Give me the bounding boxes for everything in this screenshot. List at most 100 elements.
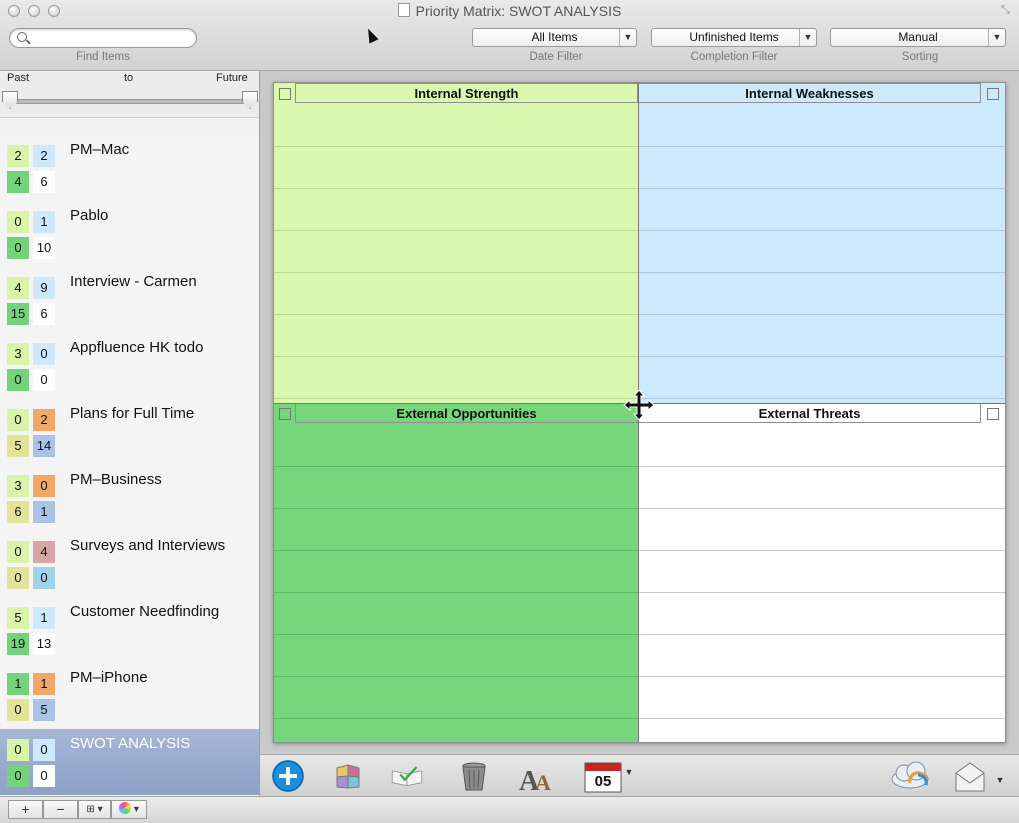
project-item[interactable]: 3 0 6 1 PM–Business: [0, 465, 259, 532]
quadrant-title-internal-weaknesses[interactable]: Internal Weaknesses: [638, 83, 981, 103]
quadrant-1-count: 3: [7, 475, 29, 497]
item-row-line[interactable]: [638, 676, 1005, 677]
timeline-track[interactable]: [8, 99, 249, 104]
item-row-line[interactable]: [274, 146, 638, 147]
quadrant-3-count: 6: [7, 501, 29, 523]
quadrant-3-count: 4: [7, 171, 29, 193]
svg-text:▼: ▼: [625, 767, 633, 777]
window-title: Priority Matrix: SWOT ANALYSIS: [415, 3, 622, 19]
email-icon[interactable]: ▼: [950, 759, 1010, 793]
item-row-line[interactable]: [274, 508, 638, 509]
project-name: PM–Mac: [70, 141, 130, 158]
item-row-line[interactable]: [274, 356, 638, 357]
quadrant-select-checkbox[interactable]: [987, 88, 999, 100]
quadrant-select-checkbox[interactable]: [279, 88, 291, 100]
quadrant-4-count: 5: [33, 699, 55, 721]
view-options-button[interactable]: ⊞ ▾: [78, 800, 111, 819]
item-row-line[interactable]: [638, 188, 1005, 189]
window-toolbar: Priority Matrix: SWOT ANALYSIS ⤡ Find It…: [0, 0, 1019, 71]
trash-icon[interactable]: [457, 759, 491, 793]
project-item[interactable]: 0 1 0 10 Pablo: [0, 201, 259, 268]
project-item[interactable]: 1 1 0 5 PM–iPhone: [0, 663, 259, 730]
item-row-line[interactable]: [274, 272, 638, 273]
project-item[interactable]: 4 9 15 6 Interview - Carmen: [0, 267, 259, 334]
quadrant-2-count: 9: [33, 277, 55, 299]
date-range-slider[interactable]: Past to Future: [0, 71, 259, 118]
quadrant-2-count: 2: [33, 409, 55, 431]
quadrant-color-icon[interactable]: [331, 759, 365, 793]
quadrant-4-count: 0: [33, 369, 55, 391]
project-item[interactable]: 3 0 0 0 Appfluence HK todo: [0, 333, 259, 400]
item-row-line[interactable]: [638, 398, 1005, 399]
svg-text:▼: ▼: [996, 775, 1005, 785]
fullscreen-icon[interactable]: ⤡: [1001, 4, 1013, 16]
completion-filter-popup[interactable]: Unfinished Items ▼: [651, 28, 817, 47]
item-row-line[interactable]: [638, 718, 1005, 719]
quadrant-1-count: 5: [7, 607, 29, 629]
item-row-line[interactable]: [274, 718, 638, 719]
item-row-line[interactable]: [274, 592, 638, 593]
item-row-line[interactable]: [638, 230, 1005, 231]
calendar-icon[interactable]: ▼ 05: [583, 759, 633, 793]
window-title-bar: Priority Matrix: SWOT ANALYSIS: [0, 3, 1019, 19]
search-input[interactable]: [9, 28, 197, 48]
item-row-line[interactable]: [274, 634, 638, 635]
item-row-line[interactable]: [638, 592, 1005, 593]
item-row-line[interactable]: [638, 634, 1005, 635]
project-item[interactable]: 5 1 19 13 Customer Needfinding: [0, 597, 259, 664]
cloud-sync-icon[interactable]: [888, 759, 938, 793]
item-row-line[interactable]: [274, 398, 638, 399]
quadrant-internal-strength[interactable]: [274, 83, 638, 403]
item-row-line[interactable]: [638, 314, 1005, 315]
remove-project-button[interactable]: −: [43, 800, 78, 819]
quadrant-1-count: 0: [7, 541, 29, 563]
sorting-popup[interactable]: Manual ▼: [830, 28, 1006, 47]
item-row-line[interactable]: [638, 146, 1005, 147]
date-filter-value: All Items: [531, 30, 578, 44]
item-row-line[interactable]: [638, 466, 1005, 467]
project-name: Customer Needfinding: [70, 603, 220, 620]
quadrant-select-checkbox[interactable]: [279, 408, 291, 420]
quadrant-title-internal-strength[interactable]: Internal Strength: [295, 83, 638, 103]
project-item[interactable]: 0 2 5 14 Plans for Full Time: [0, 399, 259, 466]
item-row-line[interactable]: [274, 676, 638, 677]
item-row-line[interactable]: [638, 272, 1005, 273]
quadrant-title-external-threats[interactable]: External Threats: [638, 403, 981, 423]
mouse-cursor-icon: [363, 26, 379, 44]
move-cursor-icon[interactable]: [623, 389, 655, 421]
item-row-line[interactable]: [638, 550, 1005, 551]
quadrant-title-external-opportunities[interactable]: External Opportunities: [295, 403, 638, 423]
timeline-end-handle[interactable]: [242, 91, 258, 109]
project-item[interactable]: 0 0 0 0 SWOT ANALYSIS: [0, 729, 259, 795]
item-row-line[interactable]: [638, 508, 1005, 509]
quadrant-1-count: 0: [7, 739, 29, 761]
quadrant-3-count: 0: [7, 237, 29, 259]
quadrant-4-count: 6: [33, 171, 55, 193]
quadrant-external-threats[interactable]: [638, 403, 1005, 742]
item-row-line[interactable]: [274, 188, 638, 189]
sorting-value: Manual: [898, 30, 938, 44]
project-name: PM–iPhone: [70, 669, 148, 686]
quadrant-external-opportunities[interactable]: [274, 403, 638, 742]
quadrant-1-count: 0: [7, 211, 29, 233]
checklist-icon[interactable]: [390, 759, 424, 793]
quadrant-select-checkbox[interactable]: [987, 408, 999, 420]
item-row-line[interactable]: [274, 230, 638, 231]
search-icon: [17, 32, 27, 42]
add-project-button[interactable]: +: [8, 800, 43, 819]
timeline-start-handle[interactable]: [2, 91, 18, 109]
item-row-line[interactable]: [638, 356, 1005, 357]
quadrant-4-count: 0: [33, 765, 55, 787]
add-circle-icon[interactable]: [271, 759, 305, 793]
project-item[interactable]: 0 4 0 0 Surveys and Interviews: [0, 531, 259, 598]
quadrant-2-count: 2: [33, 145, 55, 167]
color-picker-button[interactable]: ▾: [111, 800, 147, 819]
quadrant-3-count: 0: [7, 369, 29, 391]
item-row-line[interactable]: [274, 550, 638, 551]
date-filter-popup[interactable]: All Items ▼: [472, 28, 637, 47]
item-row-line[interactable]: [274, 466, 638, 467]
quadrant-internal-weaknesses[interactable]: [638, 83, 1005, 403]
project-item[interactable]: 2 2 4 6 PM–Mac: [0, 135, 259, 202]
item-row-line[interactable]: [274, 314, 638, 315]
font-icon[interactable]: A A: [518, 759, 552, 793]
